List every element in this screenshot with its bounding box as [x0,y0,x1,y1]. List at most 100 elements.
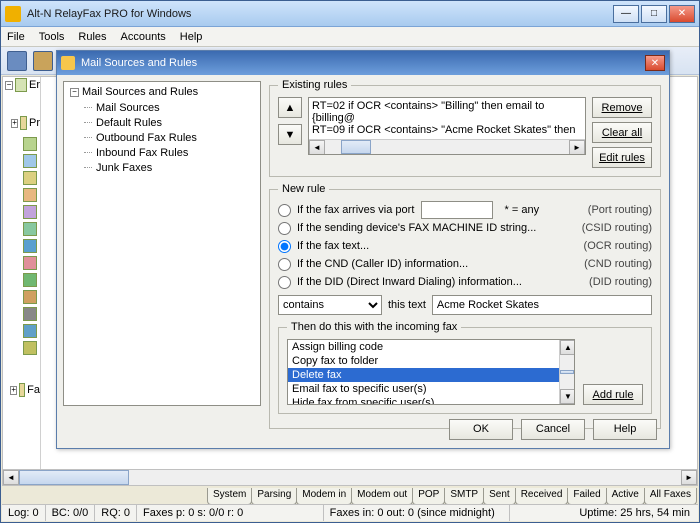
then-list-vscroll[interactable]: ▲ ▼ [559,340,574,404]
menu-tools[interactable]: Tools [39,31,65,43]
radio-did-label[interactable]: If the DID (Direct Inward Dialing) infor… [297,276,585,288]
tree-leaf-icon[interactable] [23,188,37,202]
tree-leaf-icon[interactable] [23,222,37,236]
tree-collapse-icon[interactable]: − [70,88,79,97]
tree-leaf-icon[interactable] [23,137,37,151]
radio-cnd-routing[interactable] [278,258,291,271]
maximize-button[interactable]: □ [641,5,667,23]
move-rule-up-button[interactable]: ▲ [278,97,302,118]
tree-expand-icon[interactable]: + [11,119,18,128]
menu-accounts[interactable]: Accounts [121,31,166,43]
tree-root-label[interactable]: Mail Sources and Rules [82,86,198,98]
menu-file[interactable]: File [7,31,25,43]
tree-leaf-icon[interactable] [23,307,37,321]
horizontal-scrollbar[interactable]: ◄ ► [3,469,697,485]
scroll-thumb[interactable] [341,140,371,154]
outer-tree[interactable]: −Er +Pr +Fa [3,77,41,469]
radio-did-routing[interactable] [278,276,291,289]
tab-smtp[interactable]: SMTP [444,488,484,505]
scroll-thumb[interactable] [19,470,129,485]
statusbar: Log: 0 BC: 0/0 RQ: 0 Faxes p: 0 s: 0/0 r… [2,504,698,521]
tree-item-mail-sources[interactable]: Mail Sources [84,100,254,115]
ok-button[interactable]: OK [449,419,513,440]
tab-modem-out[interactable]: Modem out [351,488,413,505]
tree-leaf-icon[interactable] [23,154,37,168]
then-option-selected[interactable]: Delete fax [288,368,574,382]
cancel-button[interactable]: Cancel [521,419,585,440]
existing-rules-group: Existing rules ▲ ▼ RT=02 if OCR <contain… [269,79,661,177]
help-button[interactable]: Help [593,419,657,440]
radio-port-label[interactable]: If the fax arrives via port * = any [297,201,584,219]
tab-system[interactable]: System [207,488,252,505]
tab-received[interactable]: Received [515,488,569,505]
toolbar-icon-1[interactable] [7,51,27,71]
toolbar-icon-2[interactable] [33,51,53,71]
tree-folder-icon [15,78,27,92]
then-option[interactable]: Assign billing code [288,340,574,354]
tree-leaf-icon[interactable] [23,239,37,253]
clear-all-rules-button[interactable]: Clear all [592,122,652,143]
tree-item-inbound-fax-rules[interactable]: Inbound Fax Rules [84,145,254,160]
scroll-right-icon[interactable]: ► [569,140,585,155]
scroll-up-icon[interactable]: ▲ [560,340,575,355]
add-rule-button[interactable]: Add rule [583,384,643,405]
rule-row[interactable]: RT=02 if OCR <contains> "Billing" then e… [312,100,582,124]
scroll-right-icon[interactable]: ► [681,470,697,485]
then-action-list[interactable]: Assign billing code Copy fax to folder D… [287,339,575,405]
radio-port-routing[interactable] [278,204,291,217]
radio-csid-label[interactable]: If the sending device's FAX MACHINE ID s… [297,222,578,234]
then-legend: Then do this with the incoming fax [287,321,461,333]
tab-active[interactable]: Active [606,488,645,505]
scroll-left-icon[interactable]: ◄ [3,470,19,485]
tab-failed[interactable]: Failed [567,488,606,505]
then-option[interactable]: Copy fax to folder [288,354,574,368]
status-uptime: Uptime: 25 hrs, 54 min [510,505,698,521]
dialog-nav-tree[interactable]: −Mail Sources and Rules Mail Sources Def… [63,81,261,406]
app-icon [5,6,21,22]
main-titlebar: Alt-N RelayFax PRO for Windows — □ ✕ [1,1,699,27]
minimize-button[interactable]: — [613,5,639,23]
radio-ocr-label[interactable]: If the fax text... [297,240,580,252]
radio-cnd-label[interactable]: If the CND (Caller ID) information... [297,258,580,270]
radio-ocr-routing[interactable] [278,240,291,253]
tree-expand-icon[interactable]: + [10,386,17,395]
move-rule-down-button[interactable]: ▼ [278,124,302,145]
scroll-thumb[interactable] [560,370,574,374]
tree-item-outbound-fax-rules[interactable]: Outbound Fax Rules [84,130,254,145]
tab-pop[interactable]: POP [412,488,445,505]
rules-list-hscroll[interactable]: ◄ ► [309,139,585,154]
tree-collapse-icon[interactable]: − [5,81,13,90]
menu-help[interactable]: Help [180,31,203,43]
tree-leaf-icon[interactable] [23,341,37,355]
edit-rules-button[interactable]: Edit rules [592,147,652,168]
bottom-tabstrip: System Parsing Modem in Modem out POP SM… [207,488,697,505]
tab-modem-in[interactable]: Modem in [296,488,352,505]
tree-leaf-icon[interactable] [23,324,37,338]
existing-rules-legend: Existing rules [278,79,351,91]
tree-leaf-icon[interactable] [23,290,37,304]
dialog-close-button[interactable]: ✕ [645,55,665,71]
tree-item-junk-faxes[interactable]: Junk Faxes [84,160,254,175]
scroll-down-icon[interactable]: ▼ [560,389,575,404]
operator-select[interactable]: contains [278,295,382,315]
tab-all-faxes[interactable]: All Faxes [644,488,697,505]
tree-leaf-icon[interactable] [23,205,37,219]
then-option[interactable]: Hide fax from specific user(s) [288,396,574,405]
remove-rule-button[interactable]: Remove [592,97,652,118]
tab-parsing[interactable]: Parsing [251,488,297,505]
tree-leaf-icon[interactable] [23,171,37,185]
new-rule-group: New rule If the fax arrives via port * =… [269,183,661,429]
close-button[interactable]: ✕ [669,5,695,23]
this-text-input[interactable] [432,295,652,315]
port-input[interactable] [421,201,493,219]
existing-rules-list[interactable]: RT=02 if OCR <contains> "Billing" then e… [308,97,586,155]
tree-item-default-rules[interactable]: Default Rules [84,115,254,130]
tree-leaf-icon[interactable] [23,256,37,270]
radio-csid-routing[interactable] [278,222,291,235]
tree-leaf-icon[interactable] [23,273,37,287]
status-faxes-in: Faxes in: 0 out: 0 (since midnight) [324,505,511,521]
then-option[interactable]: Email fax to specific user(s) [288,382,574,396]
tab-sent[interactable]: Sent [483,488,516,505]
menu-rules[interactable]: Rules [78,31,106,43]
scroll-left-icon[interactable]: ◄ [309,140,325,155]
